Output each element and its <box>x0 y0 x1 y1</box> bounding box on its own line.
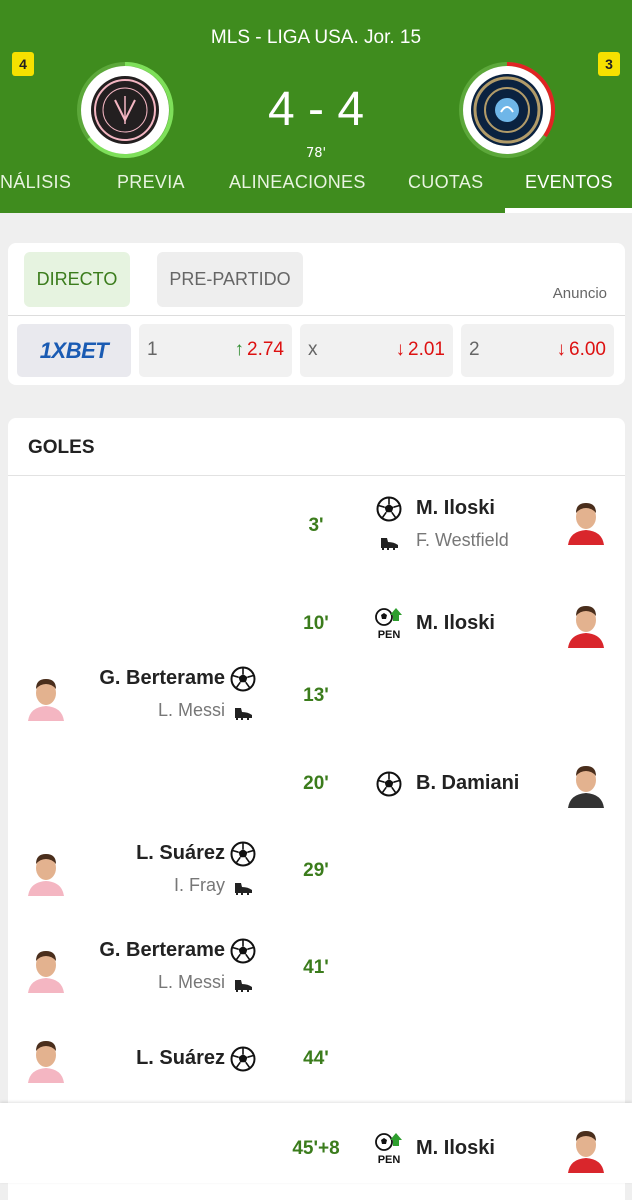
scorer-name[interactable]: M. Iloski <box>416 612 495 635</box>
goal-minute: 45'+8 <box>292 1138 340 1159</box>
assist-boot-icon <box>232 977 254 993</box>
philadelphia-union-crest-icon <box>471 74 543 146</box>
arrow-down-icon: ↓ <box>395 339 406 360</box>
live-odds-toggle[interactable]: DIRECTO <box>24 252 130 307</box>
soccer-ball-icon <box>376 496 402 522</box>
player-avatar[interactable] <box>564 760 608 808</box>
divider <box>8 315 625 316</box>
assist-name[interactable]: F. Westfield <box>416 530 509 551</box>
divider <box>8 475 625 476</box>
player-avatar[interactable] <box>24 945 68 993</box>
odd-away[interactable]: 2 ↓ 6.00 <box>461 324 614 377</box>
odd-label: x <box>308 339 318 360</box>
home-card-count-badge: 4 <box>12 52 34 76</box>
scorer-name[interactable]: M. Iloski <box>416 1137 495 1160</box>
match-tabs: NÁLISIS PREVIA ALINEACIONES CUOTAS EVENT… <box>0 172 632 202</box>
player-avatar[interactable] <box>564 497 608 545</box>
soccer-ball-icon <box>376 771 402 797</box>
goal-minute: 20' <box>303 773 329 794</box>
bookmaker-name: 1XBET <box>39 338 109 363</box>
soccer-ball-icon <box>230 938 256 964</box>
odd-value-number: 2.01 <box>408 339 445 360</box>
odds-card: DIRECTO PRE-PARTIDO Anuncio 1XBET 1 ↑ 2.7… <box>8 243 625 385</box>
scorer-name[interactable]: B. Damiani <box>416 772 519 795</box>
away-team-logo[interactable] <box>463 66 551 154</box>
player-avatar[interactable] <box>24 848 68 896</box>
assist-name[interactable]: I. Fray <box>174 875 225 896</box>
assist-name[interactable]: L. Messi <box>158 700 225 721</box>
soccer-ball-icon <box>230 1046 256 1072</box>
scorer-name[interactable]: L. Suárez <box>136 842 225 865</box>
odd-value: ↓ 2.01 <box>396 339 445 361</box>
odd-value: ↓ 6.00 <box>557 339 606 361</box>
player-avatar[interactable] <box>564 600 608 648</box>
goal-minute: 44' <box>303 1048 329 1069</box>
assist-boot-icon <box>232 880 254 896</box>
odd-value-number: 6.00 <box>569 339 606 360</box>
odd-label: 1 <box>147 339 158 360</box>
match-header: MLS - LIGA USA. Jor. 15 4 3 4 - 4 78' NÁ… <box>0 0 632 213</box>
odd-value-number: 2.74 <box>247 339 284 360</box>
odd-draw[interactable]: x ↓ 2.01 <box>300 324 453 377</box>
soccer-ball-icon <box>230 666 256 692</box>
arrow-up-icon: ↑ <box>234 339 245 360</box>
prematch-odds-toggle[interactable]: PRE-PARTIDO <box>157 252 303 307</box>
away-card-count-badge: 3 <box>598 52 620 76</box>
arrow-down-icon: ↓ <box>556 339 567 360</box>
assist-boot-icon <box>232 705 254 721</box>
assist-boot-icon <box>378 535 400 551</box>
goals-card: GOLES 3' M. Iloski F. Westfield 10' M. Ilosk… <box>0 418 632 1200</box>
penalty-goal-icon <box>374 1131 404 1165</box>
league-title[interactable]: MLS - LIGA USA. Jor. 15 <box>0 27 632 49</box>
assist-name[interactable]: L. Messi <box>158 972 225 993</box>
scorer-name[interactable]: G. Berterame <box>99 667 225 690</box>
player-avatar[interactable] <box>24 1035 68 1083</box>
player-avatar[interactable] <box>24 673 68 721</box>
goal-minute: 29' <box>303 860 329 881</box>
goal-minute: 3' <box>308 515 324 536</box>
penalty-goal-icon <box>374 606 404 640</box>
tab-alineaciones[interactable]: ALINEACIONES <box>229 172 366 193</box>
goals-section-title: GOLES <box>28 437 95 458</box>
tab-cuotas[interactable]: CUOTAS <box>408 172 483 193</box>
odd-label: 2 <box>469 339 480 360</box>
ad-label: Anuncio <box>552 285 607 302</box>
tab-previa[interactable]: PREVIA <box>117 172 185 193</box>
scorer-name[interactable]: M. Iloski <box>416 497 495 520</box>
goal-minute: 13' <box>303 685 329 706</box>
odd-home[interactable]: 1 ↑ 2.74 <box>139 324 292 377</box>
odd-value: ↑ 2.74 <box>235 339 284 361</box>
soccer-ball-icon <box>230 841 256 867</box>
tab-eventos[interactable]: EVENTOS <box>525 172 613 193</box>
scorer-name[interactable]: L. Suárez <box>136 1047 225 1070</box>
goal-minute: 41' <box>303 957 329 978</box>
scorer-name[interactable]: G. Berterame <box>99 939 225 962</box>
active-tab-indicator <box>505 208 632 213</box>
tab-analisis[interactable]: NÁLISIS <box>0 172 71 193</box>
goal-minute: 10' <box>303 613 329 634</box>
bookmaker-logo[interactable]: 1XBET <box>17 324 131 377</box>
player-avatar[interactable] <box>564 1125 608 1173</box>
